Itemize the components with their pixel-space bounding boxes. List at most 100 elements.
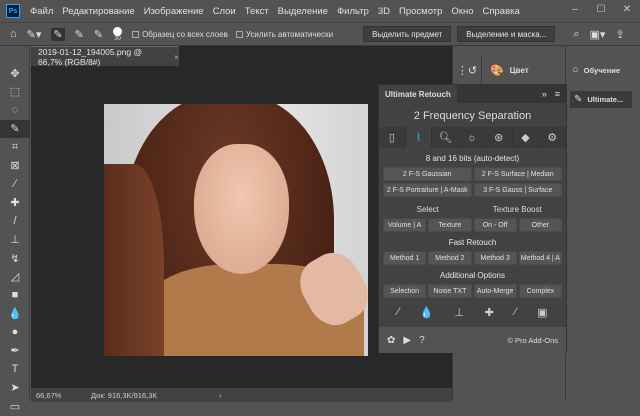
brush-icon[interactable]: ⁄: [397, 306, 399, 319]
texture-button[interactable]: Texture: [428, 218, 472, 232]
other-button[interactable]: Other: [518, 218, 562, 232]
method-4-button[interactable]: Method 4 | A: [518, 251, 562, 265]
eyedropper-tool-icon[interactable]: ⁄: [0, 175, 30, 194]
menu-layers[interactable]: Слои: [213, 6, 236, 17]
method-1-button[interactable]: Method 1: [383, 251, 427, 265]
document-icon[interactable]: ▯: [379, 127, 406, 148]
pen-tool-icon[interactable]: ✒: [0, 342, 30, 361]
brush-size-picker[interactable]: 30: [113, 26, 123, 42]
select-and-mask-button[interactable]: Выделение и маска...: [457, 26, 556, 42]
sample-all-layers-checkbox[interactable]: Образец со всех слоев: [132, 30, 228, 39]
status-arrow-icon[interactable]: ›: [219, 391, 222, 400]
gradient-tool-icon[interactable]: ■: [0, 286, 30, 305]
copyright-text[interactable]: © Pro Add-Ons: [507, 336, 558, 345]
healing-brush-tool-icon[interactable]: ✚: [0, 194, 30, 213]
collapse-icon[interactable]: »: [542, 89, 547, 99]
zoom-level[interactable]: 66,67%: [31, 391, 91, 400]
home-icon[interactable]: ⌂: [10, 28, 17, 40]
diamond-icon[interactable]: ◆: [513, 127, 540, 148]
path-selection-tool-icon[interactable]: ➤: [0, 379, 30, 398]
new-selection-icon[interactable]: ✎: [51, 27, 65, 41]
menu-image[interactable]: Изображение: [144, 6, 204, 17]
aperture-icon[interactable]: ✿: [387, 335, 395, 346]
type-tool-icon[interactable]: T: [0, 360, 30, 379]
learn-panel-button[interactable]: ○ Обучение: [568, 56, 638, 84]
select-label: Select: [416, 205, 439, 214]
workspace-icon[interactable]: ▣▾: [590, 28, 606, 41]
complex-button[interactable]: Complex: [518, 284, 562, 298]
move-tool-icon[interactable]: ✥: [0, 64, 30, 83]
subtract-selection-icon[interactable]: ✎: [94, 28, 103, 41]
additional-options-label: Additional Options: [440, 271, 505, 280]
fs-gaussian-button[interactable]: 2 F-S Gaussian: [383, 167, 472, 181]
magnifier-icon[interactable]: 🔍︎: [432, 127, 460, 148]
clone-stamp-tool-icon[interactable]: ⊥: [0, 231, 30, 250]
fs-surface-median-button[interactable]: 2 F-S Surface | Median: [473, 167, 562, 181]
help-icon[interactable]: ?: [419, 335, 425, 346]
lightbulb-icon: ○: [572, 64, 579, 76]
tools-panel: ✥ ⬚ ◌ ✎ ⌗ ⊠ ⁄ ✚ / ⊥ ↯ ◿ ■ 💧 ● ✒ T ➤ ▭: [0, 46, 30, 413]
add-selection-icon[interactable]: ✎: [75, 28, 84, 41]
patch-icon[interactable]: ⁄: [515, 306, 517, 319]
menu-file[interactable]: Файл: [30, 6, 53, 17]
close-tab-icon[interactable]: ×: [174, 52, 179, 62]
options-bar: ⌂ ✎▾ ✎ ✎ ✎ 30 Образец со всех слоев Усил…: [0, 22, 640, 46]
menu-filter[interactable]: Фильтр: [337, 6, 369, 17]
noise-txt-button[interactable]: Noise TXT: [428, 284, 472, 298]
document-tab[interactable]: 2019-01-12_194005.png @ 66,7% (RGB/8#) ×: [31, 46, 179, 67]
select-subject-button[interactable]: Выделить предмет: [363, 26, 452, 42]
history-icon[interactable]: ⋮↺: [454, 56, 480, 84]
auto-enhance-checkbox[interactable]: Усилить автоматически: [235, 30, 333, 39]
color-panel-button[interactable]: 🎨 Цвет: [481, 56, 564, 84]
menu-window[interactable]: Окно: [451, 6, 473, 17]
fast-retouch-label: Fast Retouch: [448, 238, 497, 247]
waveform-icon[interactable]: ⌇: [405, 127, 433, 148]
brightness-icon[interactable]: ☼: [459, 127, 486, 148]
fs-gauss-surface-button[interactable]: 3 F-S Gauss | Surface: [473, 183, 562, 197]
close-icon[interactable]: ✕: [614, 0, 640, 18]
color-circles-icon[interactable]: ⊛: [486, 127, 513, 148]
blur-tool-icon[interactable]: 💧: [0, 305, 30, 324]
crop-tool-icon[interactable]: ⌗: [0, 138, 30, 157]
quick-select-preset-icon[interactable]: ✎▾: [27, 28, 42, 41]
auto-merge-button[interactable]: Auto-Merge: [473, 284, 517, 298]
search-icon[interactable]: ⌕: [573, 28, 579, 41]
photo-image: [104, 104, 368, 356]
minimize-icon[interactable]: –: [562, 0, 588, 18]
panel-menu-icon[interactable]: ≡: [555, 89, 560, 99]
texture-boost-label: Texture Boost: [492, 205, 542, 214]
settings-icon[interactable]: ⚙: [539, 127, 567, 148]
video-icon[interactable]: ▶: [403, 335, 411, 346]
maximize-icon[interactable]: ☐: [588, 0, 614, 18]
panel-tab[interactable]: Ultimate Retouch: [379, 85, 457, 103]
on-off-button[interactable]: On - Off: [473, 218, 517, 232]
eraser-tool-icon[interactable]: ◿: [0, 268, 30, 287]
dropper-brush-icon[interactable]: 💧: [420, 306, 434, 319]
share-icon[interactable]: ⇪: [615, 28, 624, 41]
menu-3d[interactable]: 3D: [378, 6, 390, 17]
fs-portraiture-button[interactable]: 2 F-S Portraiture | A-Mask: [383, 183, 472, 197]
method-3-button[interactable]: Method 3: [473, 251, 517, 265]
marquee-tool-icon[interactable]: ⬚: [0, 83, 30, 102]
dodge-tool-icon[interactable]: ●: [0, 323, 30, 342]
quick-selection-tool-icon[interactable]: ✎: [0, 119, 30, 138]
method-2-button[interactable]: Method 2: [428, 251, 472, 265]
ultimate-panel-button[interactable]: ✎ Ultimate...: [570, 91, 632, 108]
frame-tool-icon[interactable]: ⊠: [0, 157, 30, 176]
rectangle-tool-icon[interactable]: ▭: [0, 397, 30, 416]
brush-tool-icon[interactable]: /: [0, 212, 30, 231]
selection-button[interactable]: Selection: [383, 284, 427, 298]
palette-icon: 🎨: [490, 64, 504, 77]
menu-help[interactable]: Справка: [483, 6, 520, 17]
chip-icon[interactable]: ▣: [537, 306, 547, 319]
menu-select[interactable]: Выделение: [278, 6, 328, 17]
menu-view[interactable]: Просмотр: [399, 6, 442, 17]
volume-button[interactable]: Volume | A: [383, 218, 427, 232]
bandage-icon[interactable]: ✚: [485, 306, 494, 319]
stamp-icon[interactable]: ⊥: [454, 306, 464, 319]
menu-edit[interactable]: Редактирование: [62, 6, 134, 17]
history-brush-tool-icon[interactable]: ↯: [0, 249, 30, 268]
menu-type[interactable]: Текст: [245, 6, 269, 17]
document-size: Док: 916,3K/916,3K: [91, 390, 158, 400]
lasso-tool-icon[interactable]: ◌: [0, 101, 30, 120]
